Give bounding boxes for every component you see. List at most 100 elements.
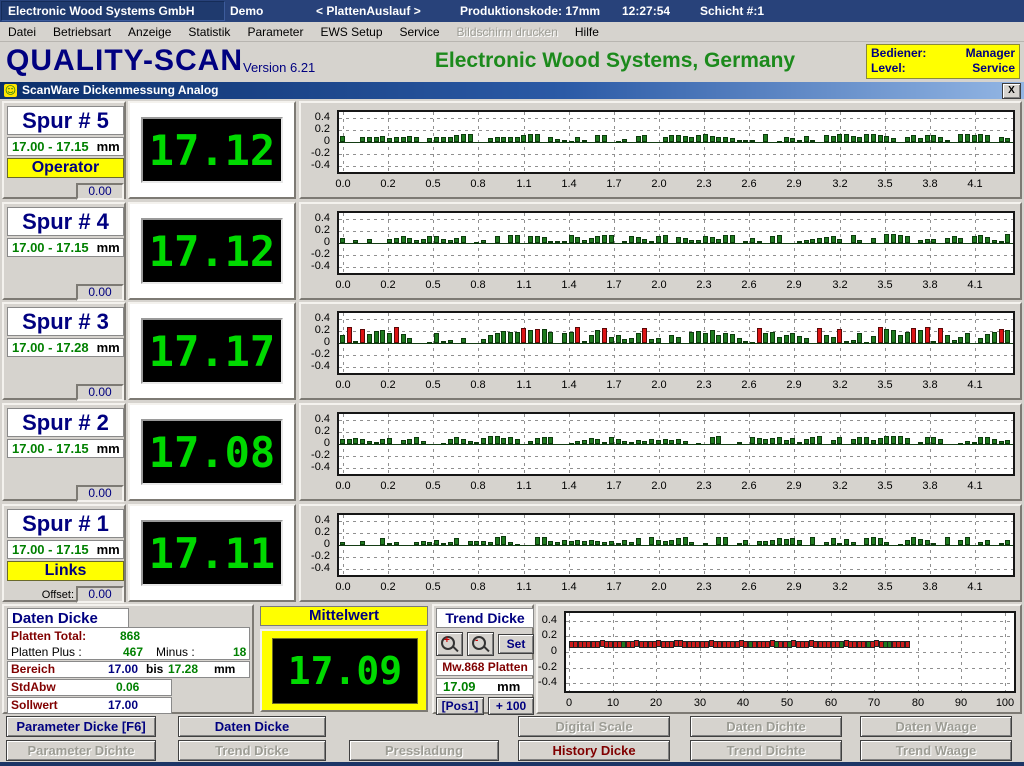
chart-bar bbox=[696, 331, 701, 343]
chart-bar bbox=[616, 335, 621, 343]
chart-bar bbox=[999, 329, 1004, 343]
btn-history-dicke[interactable]: History Dicke bbox=[518, 740, 670, 761]
x-tick-label: 4.1 bbox=[958, 279, 992, 291]
chart-plot bbox=[337, 110, 1015, 174]
chart-bar bbox=[864, 538, 869, 545]
y-tick-label: -0.2 bbox=[301, 248, 330, 260]
chart-bar bbox=[340, 542, 345, 545]
station-label: < PlattenAuslauf > bbox=[316, 4, 421, 18]
x-tick-label: 2.6 bbox=[732, 279, 766, 291]
chart-plot bbox=[337, 311, 1015, 375]
x-tick-label: 0.8 bbox=[461, 178, 495, 190]
x-tick-label: 3.8 bbox=[913, 581, 947, 593]
btn-daten-dicke[interactable]: Daten Dicke bbox=[178, 716, 326, 737]
x-tick-label: 20 bbox=[639, 697, 673, 709]
pos1-button[interactable]: [Pos1] bbox=[436, 697, 484, 715]
chart-bar bbox=[367, 137, 372, 142]
chart-bar bbox=[340, 238, 345, 243]
chart-bar bbox=[1005, 234, 1010, 243]
x-tick-label: 1.4 bbox=[552, 178, 586, 190]
chart-plot bbox=[337, 211, 1015, 275]
chart-bar bbox=[871, 134, 876, 142]
chart-bar bbox=[441, 239, 446, 243]
chart-bar bbox=[454, 238, 459, 243]
chart-bar bbox=[636, 136, 641, 142]
track-row-spur1: Spur # 1 17.00 - 17.15mm Links Offset: 0… bbox=[0, 503, 1024, 603]
chart-bar bbox=[837, 239, 842, 243]
digital-display-panel: 17.12 bbox=[128, 202, 296, 300]
btn-parameter-dicke[interactable]: Parameter Dicke [F6] bbox=[6, 716, 156, 737]
menu-bar: Datei Betriebsart Anzeige Statistik Para… bbox=[0, 22, 1024, 42]
chart-bar bbox=[851, 235, 856, 243]
chart-bar bbox=[992, 240, 997, 243]
gridline-v bbox=[1005, 613, 1006, 691]
company-name: Electronic Wood Systems GmbH bbox=[1, 1, 225, 21]
gridline-v bbox=[874, 613, 875, 691]
x-tick-label: 1.7 bbox=[597, 379, 631, 391]
chart-bar bbox=[770, 236, 775, 243]
menu-hilfe[interactable]: Hilfe bbox=[575, 25, 599, 39]
menu-datei[interactable]: Datei bbox=[8, 25, 36, 39]
chart-bar bbox=[461, 439, 466, 444]
stdabw-value: 0.06 bbox=[116, 680, 139, 695]
zoom-out-button[interactable]: - bbox=[467, 632, 494, 656]
chart-bar bbox=[481, 541, 486, 545]
chart-bar bbox=[367, 441, 372, 444]
set-button[interactable]: Set bbox=[498, 634, 534, 654]
chart-bar bbox=[569, 235, 574, 243]
plus-100-button[interactable]: + 100 bbox=[488, 697, 534, 715]
chart-bar bbox=[871, 537, 876, 545]
thickness-value: 17.12 bbox=[149, 126, 275, 175]
menu-anzeige[interactable]: Anzeige bbox=[128, 25, 171, 39]
menu-ews-setup[interactable]: EWS Setup bbox=[320, 25, 382, 39]
chart-bar bbox=[401, 137, 406, 142]
chart-bar bbox=[831, 538, 836, 545]
gridline-v bbox=[743, 613, 744, 691]
close-icon[interactable]: X bbox=[1002, 83, 1021, 99]
chart-bar bbox=[340, 439, 345, 444]
gridline-h bbox=[339, 231, 1013, 232]
chart-bar bbox=[972, 135, 977, 142]
menu-service[interactable]: Service bbox=[400, 25, 440, 39]
menu-betriebsart[interactable]: Betriebsart bbox=[53, 25, 111, 39]
zero-baseline bbox=[339, 142, 1013, 143]
chart-bar bbox=[387, 543, 392, 545]
y-tick-label: -0.2 bbox=[538, 661, 557, 673]
chart-bar bbox=[394, 238, 399, 243]
chart-bar bbox=[508, 437, 513, 444]
zoom-in-button[interactable]: + bbox=[436, 632, 463, 656]
menu-parameter[interactable]: Parameter bbox=[247, 25, 303, 39]
chart-bar bbox=[864, 342, 869, 344]
chart-bar bbox=[515, 235, 520, 243]
chart-bar bbox=[387, 333, 392, 343]
chart-bar bbox=[353, 341, 358, 343]
chart-bar bbox=[569, 332, 574, 343]
chart-bar bbox=[703, 236, 708, 243]
chart-bar bbox=[656, 540, 661, 545]
track-offset-value: 0.00 bbox=[76, 586, 124, 603]
platten-total-label: Platten Total: bbox=[11, 629, 86, 643]
chart-bar bbox=[831, 337, 836, 343]
gridline-v bbox=[918, 613, 919, 691]
app-version: Version 6.21 bbox=[243, 60, 315, 75]
chart-bar bbox=[958, 337, 963, 343]
chart-bar bbox=[999, 241, 1004, 243]
chart-bar bbox=[716, 436, 721, 444]
chart-bar bbox=[945, 140, 950, 142]
chart-bar bbox=[851, 136, 856, 142]
chart-bar bbox=[683, 537, 688, 545]
x-tick-label: 1.4 bbox=[552, 379, 586, 391]
chart-bar bbox=[938, 439, 943, 444]
menu-statistik[interactable]: Statistik bbox=[188, 25, 230, 39]
gridline-h bbox=[566, 621, 1014, 622]
mittelwert-title: Mittelwert bbox=[260, 606, 428, 626]
chart-bar bbox=[790, 333, 795, 343]
chart-bar bbox=[495, 236, 500, 243]
x-tick-label: 2.6 bbox=[732, 581, 766, 593]
chart-bar bbox=[340, 335, 345, 343]
chart-bar bbox=[804, 240, 809, 243]
y-tick-label: -0.4 bbox=[301, 562, 330, 574]
quality-scan-screen: Electronic Wood Systems GmbH Demo < Plat… bbox=[0, 0, 1024, 766]
platten-plus-label: Platten Plus : bbox=[11, 645, 82, 659]
x-tick-label: 80 bbox=[901, 697, 935, 709]
